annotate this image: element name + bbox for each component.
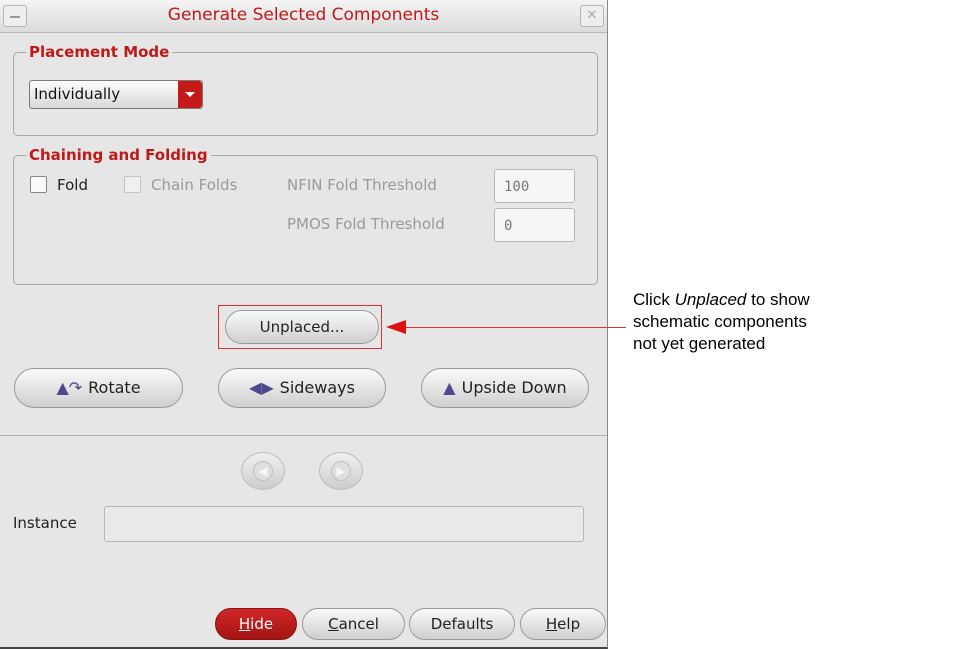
callout-arrow-icon: [386, 320, 406, 334]
help-label: elp: [557, 615, 581, 633]
sideways-button[interactable]: ◀▶ Sideways: [218, 368, 386, 408]
callout-text: Click Unplaced to show schematic compone…: [633, 289, 810, 355]
hide-button[interactable]: Hide: [215, 608, 297, 640]
instance-field[interactable]: [104, 506, 584, 542]
generate-components-dialog: Generate Selected Components ✕ Placement…: [0, 0, 608, 649]
defaults-button[interactable]: Defaults: [409, 608, 515, 640]
upside-down-button[interactable]: ▲ Upside Down: [421, 368, 589, 408]
callout-emphasis: Unplaced: [674, 290, 747, 309]
chevron-down-icon[interactable]: [178, 81, 202, 108]
pmos-threshold-label: PMOS Fold Threshold: [287, 215, 445, 233]
cancel-label: ancel: [338, 615, 379, 633]
hide-mnemonic: H: [238, 615, 251, 633]
window-title: Generate Selected Components: [167, 5, 440, 25]
fold-label: Fold: [57, 176, 88, 194]
previous-button[interactable]: ◀: [241, 452, 285, 490]
callout-line1-rest: to show: [746, 290, 810, 309]
section-divider: [0, 435, 607, 436]
rotate-label: Rotate: [88, 378, 141, 397]
cancel-mnemonic: C: [328, 615, 339, 633]
rotate-button[interactable]: ▲↷ Rotate: [14, 368, 183, 408]
chaining-folding-title: Chaining and Folding: [26, 146, 211, 164]
unplaced-label: Unplaced...: [259, 318, 345, 336]
next-button[interactable]: ▶: [319, 452, 363, 490]
sideways-label: Sideways: [279, 378, 355, 397]
chain-folds-checkbox[interactable]: [124, 176, 141, 193]
placement-mode-select[interactable]: Individually: [29, 80, 203, 109]
help-button[interactable]: Help: [520, 608, 606, 640]
callout-arrow-line: [406, 327, 626, 328]
previous-icon: ◀: [253, 461, 273, 481]
hide-label: ide: [250, 615, 274, 633]
cancel-button[interactable]: Cancel: [302, 608, 405, 640]
help-mnemonic: H: [545, 615, 558, 633]
rotate-icon: ▲↷: [56, 378, 83, 397]
nfin-threshold-label: NFIN Fold Threshold: [287, 176, 437, 194]
unplaced-button[interactable]: Unplaced...: [225, 310, 379, 344]
placement-mode-value: Individually: [34, 85, 121, 103]
defaults-label: Defaults: [430, 615, 494, 633]
nfin-threshold-field[interactable]: 100: [494, 169, 575, 203]
instance-label: Instance: [13, 514, 77, 532]
next-icon: ▶: [331, 461, 351, 481]
upside-down-label: Upside Down: [461, 378, 567, 397]
fold-checkbox[interactable]: [30, 176, 47, 193]
upside-down-icon: ▲: [443, 378, 456, 397]
callout-prefix: Click: [633, 290, 675, 309]
callout-line2: schematic components: [633, 312, 807, 331]
chain-folds-label: Chain Folds: [151, 176, 238, 194]
pmos-threshold-field[interactable]: 0: [494, 208, 575, 242]
sideways-icon: ◀▶: [249, 378, 274, 397]
placement-mode-title: Placement Mode: [26, 43, 173, 61]
title-bar: Generate Selected Components ✕: [0, 0, 607, 33]
close-icon[interactable]: ✕: [580, 5, 604, 27]
callout-line3: not yet generated: [633, 334, 766, 353]
